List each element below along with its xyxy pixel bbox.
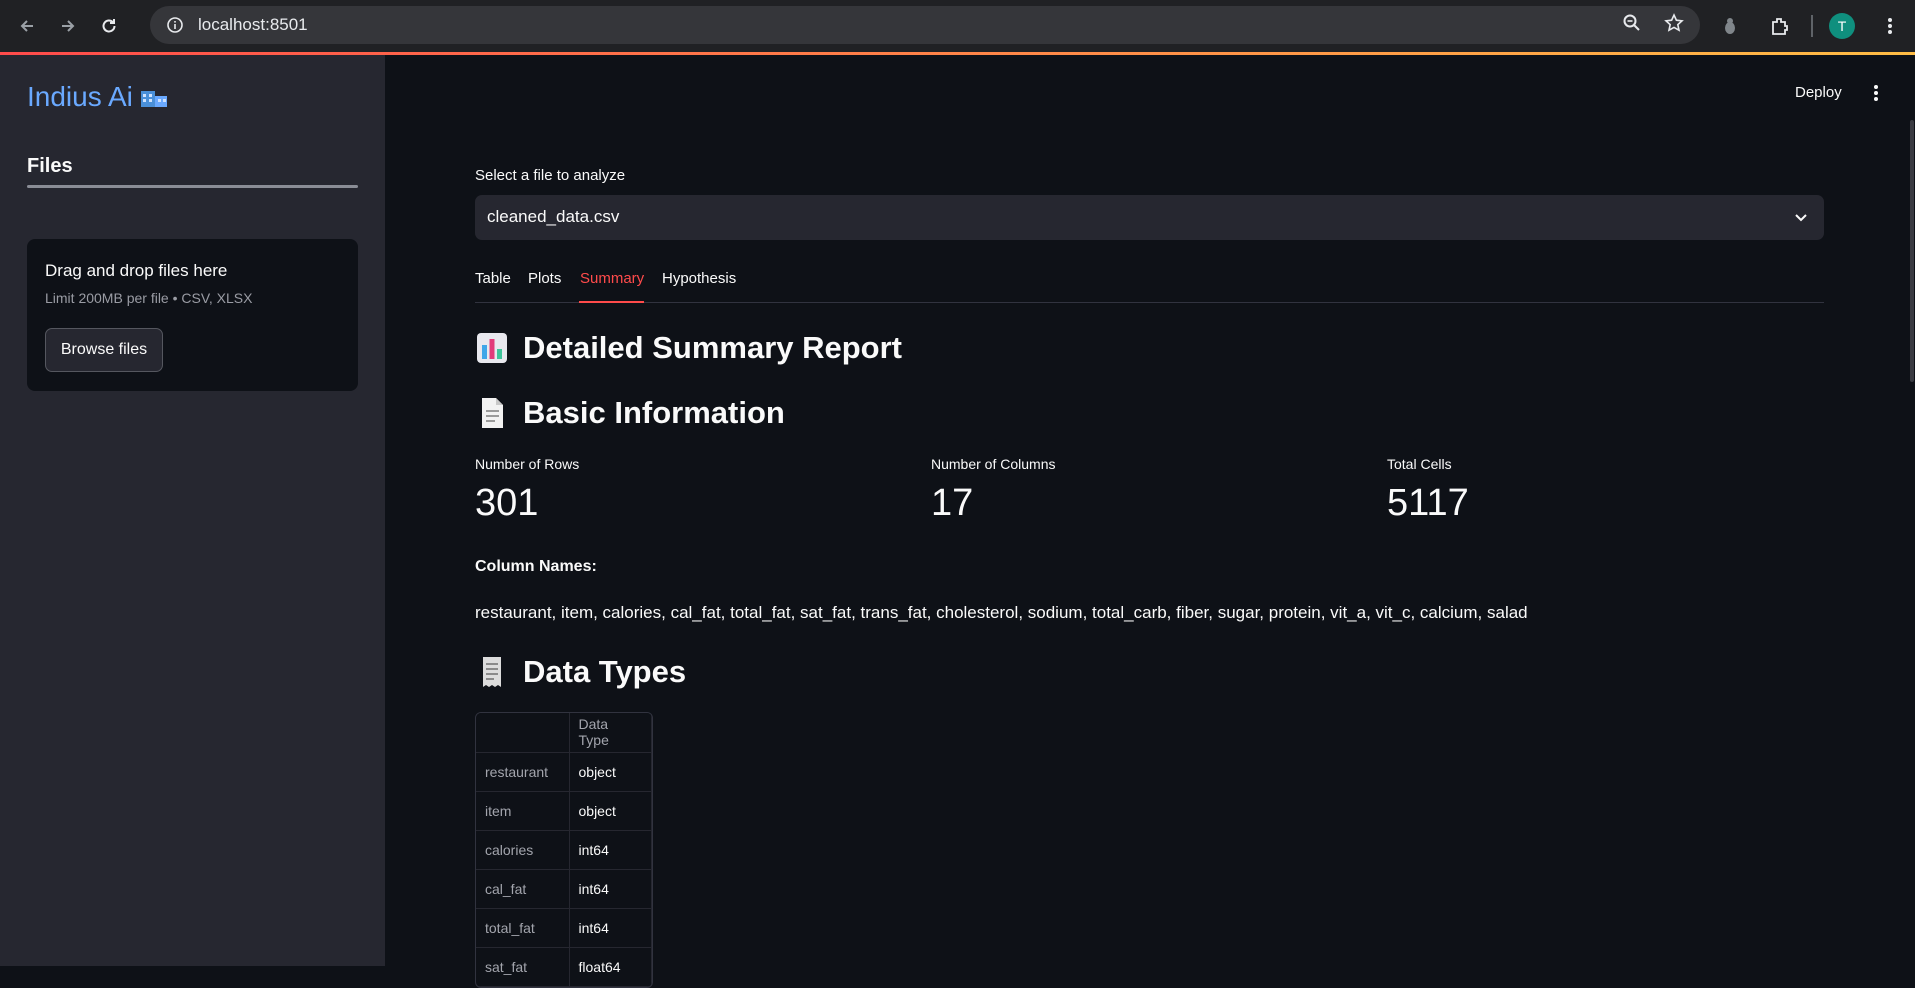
deploy-button[interactable]: Deploy	[1795, 84, 1842, 101]
row-type[interactable]: float64	[569, 947, 652, 987]
office-building-icon	[140, 91, 167, 107]
dropzone-limit: Limit 200MB per file • CSV, XLSX	[45, 290, 253, 306]
row-type[interactable]: int64	[569, 869, 652, 909]
brand-title: Indius Ai	[27, 81, 169, 113]
reload-icon[interactable]	[95, 12, 123, 40]
table-row: calories int64	[476, 830, 652, 870]
row-index: calories	[476, 830, 570, 870]
tab-hypothesis[interactable]: Hypothesis	[662, 270, 736, 303]
row-type[interactable]: int64	[569, 830, 652, 870]
extensions-icon[interactable]	[1765, 11, 1795, 41]
metric-rows-value: 301	[475, 482, 539, 524]
metric-rows-label: Number of Rows	[475, 456, 580, 472]
bookmark-star-icon[interactable]	[1664, 12, 1684, 38]
table-row: cal_fat int64	[476, 869, 652, 909]
file-dropzone[interactable]: Drag and drop files here Limit 200MB per…	[27, 239, 358, 391]
table-row: item object	[476, 791, 652, 831]
column-names-list: restaurant, item, calories, cal_fat, tot…	[475, 603, 1528, 622]
metric-cells-value: 5117	[1387, 482, 1469, 524]
data-types-heading: Data Types	[475, 654, 686, 690]
file-select-label: Select a file to analyze	[475, 167, 626, 184]
table-row: total_fat int64	[476, 908, 652, 948]
extension-puzzle-icon[interactable]	[1715, 11, 1745, 41]
metric-columns-value: 17	[931, 482, 974, 524]
site-info-icon[interactable]	[164, 14, 186, 36]
row-type[interactable]: int64	[569, 908, 652, 948]
zoom-icon[interactable]	[1622, 13, 1642, 38]
data-types-table[interactable]: Data Type restaurant object item object ca…	[475, 712, 653, 988]
row-index: cal_fat	[476, 869, 570, 909]
forward-icon[interactable]	[54, 12, 82, 40]
browser-toolbar: localhost:8501 T	[0, 0, 1915, 52]
data-types-title: Data Types	[523, 654, 687, 689]
brand-name: Indius Ai	[27, 81, 133, 112]
report-heading: Detailed Summary Report	[475, 330, 902, 366]
active-tab-indicator	[579, 301, 644, 303]
row-type[interactable]: object	[569, 791, 652, 831]
table-row: restaurant object	[476, 752, 652, 792]
files-section-title[interactable]: Files	[27, 155, 73, 178]
row-index: restaurant	[476, 752, 570, 792]
basic-info-title: Basic Information	[523, 395, 785, 430]
files-tab-underline	[27, 185, 358, 188]
document-icon	[482, 398, 503, 428]
metric-cells-label: Total Cells	[1387, 456, 1452, 472]
row-index: item	[476, 791, 570, 831]
metric-columns-label: Number of Columns	[931, 456, 1056, 472]
table-row: sat_fat float64	[476, 947, 652, 987]
row-index: sat_fat	[476, 947, 570, 987]
sidebar: Indius Ai Files Drag and drop files here…	[0, 55, 385, 966]
url-text[interactable]: localhost:8501	[198, 15, 308, 35]
address-bar[interactable]: localhost:8501	[150, 6, 1700, 44]
bar-chart-icon	[477, 333, 507, 363]
profile-avatar[interactable]: T	[1829, 13, 1855, 39]
receipt-icon	[483, 657, 501, 687]
index-header	[476, 713, 570, 753]
main-menu-icon[interactable]	[1868, 82, 1884, 104]
tab-bar: Table Plots Summary Hypothesis	[475, 270, 1824, 303]
back-icon[interactable]	[13, 12, 41, 40]
toolbar-divider	[1811, 15, 1813, 37]
column-names-title: Column Names:	[475, 558, 597, 575]
basic-info-heading: Basic Information	[475, 395, 785, 431]
chevron-down-icon[interactable]	[1792, 208, 1810, 226]
report-title: Detailed Summary Report	[523, 330, 902, 365]
tab-plots[interactable]: Plots	[528, 270, 561, 303]
data-type-header[interactable]: Data Type	[569, 713, 652, 753]
tab-summary[interactable]: Summary	[580, 270, 644, 303]
file-select-value[interactable]: cleaned_data.csv	[487, 207, 619, 227]
browser-menu-icon[interactable]	[1875, 11, 1905, 41]
browse-files-button[interactable]: Browse files	[45, 328, 163, 372]
scrollbar-thumb[interactable]	[1910, 120, 1914, 382]
row-type[interactable]: object	[569, 752, 652, 792]
file-select[interactable]: cleaned_data.csv	[475, 195, 1824, 240]
tab-table[interactable]: Table	[475, 270, 511, 303]
row-index: total_fat	[476, 908, 570, 948]
table-header-row: Data Type	[476, 713, 652, 753]
dropzone-title: Drag and drop files here	[45, 261, 228, 280]
